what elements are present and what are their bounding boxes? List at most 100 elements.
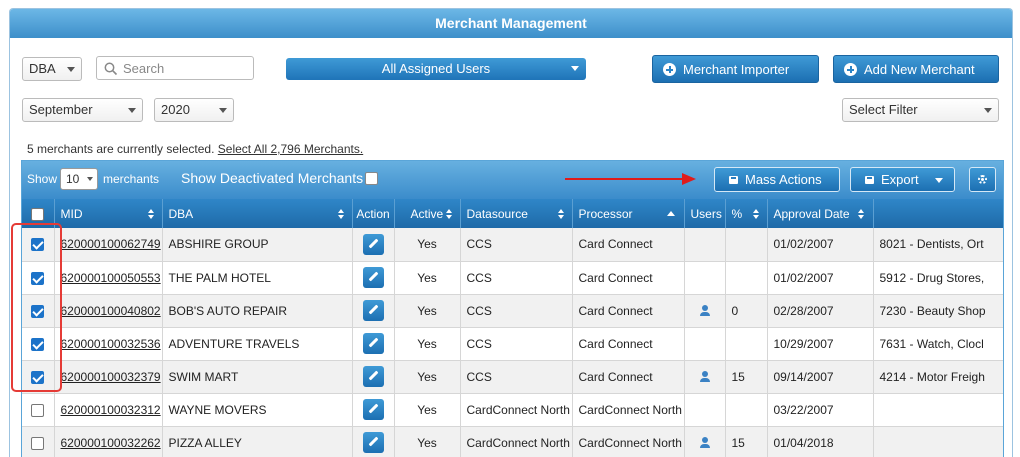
column-header-datasource[interactable]: Datasource	[460, 199, 573, 228]
action-cell	[352, 426, 395, 457]
column-label: Datasource	[466, 206, 528, 221]
mid-link[interactable]: 620000100032262	[61, 436, 161, 450]
dba-cell: WAYNE MOVERS	[162, 393, 353, 427]
merchant-table: MID DBA Action Active Datasource Process…	[22, 199, 1003, 457]
edit-button[interactable]	[362, 432, 384, 453]
merchant-importer-button[interactable]: Merchant Importer	[652, 55, 819, 83]
datasource-cell: CardConnect North	[460, 393, 573, 427]
plus-circle-icon	[663, 63, 676, 76]
mass-actions-button[interactable]: Mass Actions	[714, 167, 840, 192]
user-icon[interactable]	[699, 371, 711, 383]
percent-cell: 0	[725, 294, 768, 328]
percent-cell: 15	[725, 360, 768, 394]
dba-select-value: DBA	[29, 61, 56, 76]
active-cell: Yes	[394, 327, 461, 361]
column-header-users: Users	[684, 199, 726, 228]
table-row: 620000100032536 ADVENTURE TRAVELS Yes CCS Ca…	[22, 327, 1003, 361]
edit-button[interactable]	[362, 399, 384, 420]
assigned-users-select[interactable]: All Assigned Users	[286, 58, 586, 80]
select-all-checkbox[interactable]	[31, 207, 45, 221]
chevron-down-icon	[571, 66, 579, 71]
mcc-cell	[873, 426, 1003, 457]
pencil-icon	[368, 370, 378, 381]
pencil-icon	[368, 436, 378, 447]
processor-cell: Card Connect	[572, 327, 685, 361]
search-input[interactable]	[123, 59, 249, 77]
mcc-cell: 7631 - Watch, Clocl	[873, 327, 1003, 361]
month-select[interactable]: September	[22, 98, 143, 122]
approval-date-cell: 01/02/2007	[767, 261, 874, 295]
table-row: 620000100032262 PIZZA ALLEY Yes CardConnect…	[22, 426, 1003, 457]
approval-date-cell: 01/02/2007	[767, 228, 874, 262]
edit-button[interactable]	[362, 233, 384, 255]
page-size-value: 10	[66, 172, 80, 186]
edit-button[interactable]	[362, 300, 384, 321]
mid-link[interactable]: 620000100050553	[61, 271, 161, 285]
year-select[interactable]: 2020	[154, 98, 234, 122]
column-label: Approval Date	[773, 206, 850, 221]
mid-cell: 620000100032379	[54, 360, 163, 394]
add-new-merchant-button[interactable]: Add New Merchant	[833, 55, 999, 83]
annotation-arrow	[565, 178, 685, 180]
search-field[interactable]	[96, 56, 254, 80]
users-cell	[684, 426, 726, 457]
datasource-cell: CCS	[460, 294, 573, 328]
edit-button[interactable]	[362, 333, 384, 354]
row-checkbox[interactable]	[31, 436, 45, 450]
show-label: Show	[27, 172, 58, 186]
percent-cell	[725, 327, 768, 361]
merchant-importer-label: Merchant Importer	[683, 62, 790, 77]
column-header-approval-date[interactable]: Approval Date	[767, 199, 874, 228]
active-cell: Yes	[394, 393, 461, 427]
page-size-select[interactable]: 10	[60, 168, 98, 190]
pencil-icon	[368, 304, 378, 315]
mid-link[interactable]: 620000100032379	[61, 370, 161, 384]
arrow-head-icon	[682, 173, 696, 185]
user-icon[interactable]	[699, 305, 711, 317]
table-row: 620000100050553 THE PALM HOTEL Yes CCS Card …	[22, 261, 1003, 295]
column-header-dba[interactable]: DBA	[162, 199, 353, 228]
active-cell: Yes	[394, 228, 461, 262]
column-label: MID	[60, 206, 83, 221]
datasource-cell: CCS	[460, 360, 573, 394]
table-header-row: MID DBA Action Active Datasource Process…	[22, 199, 1003, 228]
approval-date-cell: 10/29/2007	[767, 327, 874, 361]
select-filter-dropdown[interactable]: Select Filter	[842, 98, 999, 122]
processor-cell: CardConnect North	[572, 426, 685, 457]
user-icon[interactable]	[699, 437, 711, 449]
pencil-icon	[368, 403, 378, 414]
edit-button[interactable]	[362, 366, 384, 387]
chevron-down-icon	[219, 108, 227, 113]
datasource-cell: CardConnect North	[460, 426, 573, 457]
percent-cell	[725, 393, 768, 427]
action-cell	[352, 327, 395, 361]
dba-select[interactable]: DBA	[22, 57, 82, 81]
settings-button[interactable]	[969, 167, 996, 192]
column-label: %	[731, 206, 743, 221]
users-cell	[684, 393, 726, 427]
edit-button[interactable]	[362, 267, 384, 288]
percent-cell	[725, 228, 768, 262]
users-cell	[684, 327, 726, 361]
show-deactivated-checkbox[interactable]	[365, 172, 378, 185]
action-cell	[352, 261, 395, 295]
select-all-link[interactable]: Select All 2,796 Merchants.	[218, 142, 363, 156]
mid-link[interactable]: 620000100062749	[61, 237, 161, 251]
column-header-active[interactable]: Active	[394, 199, 461, 228]
show-deactivated-label: Show Deactivated Merchants	[181, 170, 364, 186]
users-cell	[684, 294, 726, 328]
processor-cell: Card Connect	[572, 228, 685, 262]
gear-icon	[978, 175, 987, 184]
mcc-cell	[873, 393, 1003, 427]
mid-link[interactable]: 620000100040802	[61, 304, 161, 318]
mid-link[interactable]: 620000100032312	[61, 403, 161, 417]
chevron-down-icon	[984, 108, 992, 113]
column-header-mid[interactable]: MID	[54, 199, 163, 228]
row-checkbox[interactable]	[31, 403, 45, 417]
export-button[interactable]: Export	[850, 167, 955, 192]
column-header-processor[interactable]: Processor	[572, 199, 685, 228]
approval-date-cell: 03/22/2007	[767, 393, 874, 427]
column-header-percent[interactable]: %	[725, 199, 768, 228]
mid-link[interactable]: 620000100032536	[61, 337, 161, 351]
approval-date-cell: 09/14/2007	[767, 360, 874, 394]
